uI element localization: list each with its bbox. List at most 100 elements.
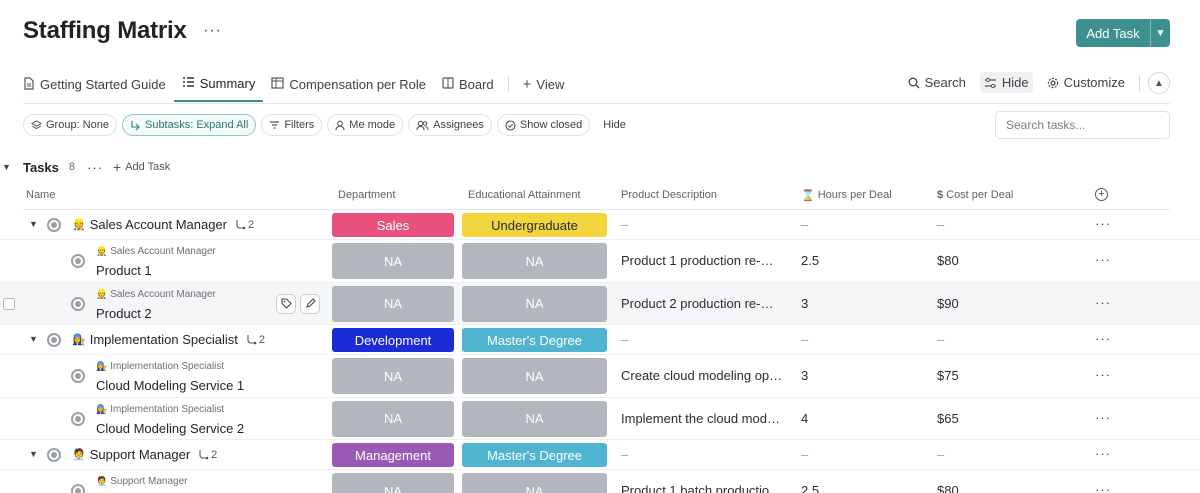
subtask-name[interactable]: Cloud Modeling Service 1 (96, 378, 244, 393)
education-pill[interactable]: Master's Degree (462, 443, 607, 467)
hours-cell[interactable]: 2.5 (801, 253, 819, 268)
subtask-row[interactable]: 👩‍🔧 Implementation Specialist Cloud Mode… (0, 398, 1200, 440)
hours-cell[interactable]: 3 (801, 296, 808, 311)
department-pill[interactable]: Management (332, 443, 454, 467)
cost-cell[interactable]: – (937, 332, 944, 347)
department-pill[interactable]: NA (332, 285, 454, 322)
subtask-row[interactable]: 👩‍🔧 Implementation Specialist Cloud Mode… (0, 355, 1200, 398)
status-icon[interactable] (71, 254, 85, 269)
caret-down-icon[interactable]: ▼ (29, 449, 38, 459)
tab-board[interactable]: Board (434, 66, 502, 102)
tab-compensation-per-role[interactable]: Compensation per Role (263, 66, 434, 102)
customize-button[interactable]: Customize (1043, 72, 1129, 93)
parent-task-row[interactable]: ▼ 👩‍🔧 Implementation Specialist 2 Develo… (0, 325, 1200, 355)
task-name[interactable]: 👷 Sales Account Manager 2 (72, 217, 254, 232)
group-more-icon[interactable]: ··· (87, 160, 103, 175)
pencil-icon[interactable] (300, 293, 320, 314)
row-more-icon[interactable]: ··· (1095, 367, 1111, 382)
column-header-name[interactable]: Name (26, 186, 55, 204)
description-cell[interactable]: – (621, 447, 628, 462)
description-cell[interactable]: Product 2 production re-… (621, 296, 773, 311)
subtask-name[interactable]: Product 2 (96, 306, 152, 321)
hours-cell[interactable]: – (801, 217, 808, 232)
description-cell[interactable]: Create cloud modeling op… (621, 368, 782, 383)
education-pill[interactable]: NA (462, 400, 607, 437)
department-pill[interactable]: NA (332, 243, 454, 280)
education-pill[interactable]: NA (462, 473, 607, 493)
search-tasks-input[interactable] (995, 111, 1170, 139)
row-checkbox[interactable] (3, 297, 15, 310)
description-cell[interactable]: Product 1 batch productio… (621, 483, 782, 493)
education-pill[interactable]: NA (462, 358, 607, 395)
row-more-icon[interactable]: ··· (1095, 446, 1111, 461)
hours-cell[interactable]: 4 (801, 411, 808, 426)
subtask-count[interactable]: 2 (198, 449, 217, 461)
assignees-chip[interactable]: Assignees (408, 114, 492, 136)
cost-cell[interactable]: $75 (937, 368, 959, 383)
row-more-icon[interactable]: ··· (1095, 295, 1111, 310)
education-pill[interactable]: Undergraduate (462, 213, 607, 237)
status-icon[interactable] (47, 333, 61, 347)
subtask-name[interactable]: Cloud Modeling Service 2 (96, 421, 244, 436)
row-more-icon[interactable]: ··· (1095, 410, 1111, 425)
department-pill[interactable]: NA (332, 358, 454, 395)
tab-add-view[interactable]: + View (515, 66, 573, 102)
subtask-name[interactable]: Product 1 (96, 263, 152, 278)
tag-icon[interactable] (276, 293, 296, 314)
status-icon[interactable] (71, 369, 85, 384)
chevron-down-icon[interactable]: ▼ (1150, 19, 1170, 47)
cost-cell[interactable]: $65 (937, 411, 959, 426)
column-header-hours[interactable]: ⌛ Hours per Deal (801, 186, 892, 204)
cost-cell[interactable]: $80 (937, 483, 959, 493)
row-more-icon[interactable]: ··· (1095, 482, 1111, 493)
cost-cell[interactable]: $90 (937, 296, 959, 311)
task-name[interactable]: 👩‍🔧 Implementation Specialist 2 (72, 332, 265, 347)
search-button[interactable]: Search (904, 72, 970, 93)
department-pill[interactable]: Sales (332, 213, 454, 237)
subtasks-chip[interactable]: Subtasks: Expand All (121, 114, 257, 136)
description-cell[interactable]: Implement the cloud mod… (621, 411, 780, 426)
cost-cell[interactable]: – (937, 447, 944, 462)
column-header-department[interactable]: Department (338, 186, 395, 204)
status-icon[interactable] (47, 218, 61, 232)
hide-button[interactable]: Hide (979, 72, 1033, 93)
column-header-cost[interactable]: $ Cost per Deal (937, 186, 1013, 204)
title-more-icon[interactable]: ··· (203, 22, 222, 40)
status-icon[interactable] (71, 411, 85, 426)
hide-filter-button[interactable]: Hide (595, 119, 634, 131)
description-cell[interactable]: – (621, 217, 628, 232)
cost-cell[interactable]: $80 (937, 253, 959, 268)
status-icon[interactable] (71, 484, 85, 493)
filters-chip[interactable]: Filters (261, 114, 323, 136)
status-icon[interactable] (71, 296, 85, 311)
show-closed-chip[interactable]: Show closed (496, 114, 591, 136)
subtask-row[interactable]: 👷 Sales Account Manager Product 2 NA NA Pr… (0, 282, 1200, 325)
department-pill[interactable]: Development (332, 328, 454, 352)
hours-cell[interactable]: – (801, 447, 808, 462)
subtask-count[interactable]: 2 (246, 334, 265, 346)
tab-getting-started-guide[interactable]: Getting Started Guide (23, 66, 174, 102)
group-add-task-button[interactable]: + Add Task (113, 159, 170, 175)
parent-task-row[interactable]: ▼ 👷 Sales Account Manager 2 Sales Undergr… (0, 210, 1200, 240)
department-pill[interactable]: NA (332, 473, 454, 493)
subtask-row[interactable]: 👷 Sales Account Manager Product 1 NA NA Pro… (0, 240, 1200, 283)
chevron-up-icon[interactable]: ▲ (1148, 72, 1170, 94)
status-icon[interactable] (47, 448, 61, 462)
add-column-icon[interactable]: + (1095, 188, 1108, 201)
caret-down-icon[interactable]: ▼ (29, 219, 38, 229)
hours-cell[interactable]: – (801, 332, 808, 347)
subtask-row[interactable]: 🧑‍💼 Support Manager NA NA Product 1 batch … (0, 470, 1200, 493)
description-cell[interactable]: Product 1 production re-… (621, 253, 773, 268)
row-more-icon[interactable]: ··· (1095, 331, 1111, 346)
subtask-count[interactable]: 2 (235, 219, 254, 231)
parent-task-row[interactable]: ▼ 🧑‍💼 Support Manager 2 Management Master… (0, 440, 1200, 470)
me-mode-chip[interactable]: Me mode (327, 114, 404, 136)
cost-cell[interactable]: – (937, 217, 944, 232)
row-more-icon[interactable]: ··· (1095, 252, 1111, 267)
column-header-education[interactable]: Educational Attainment (468, 186, 581, 204)
education-pill[interactable]: NA (462, 285, 607, 322)
education-pill[interactable]: NA (462, 243, 607, 280)
add-task-button[interactable]: Add Task ▼ (1076, 19, 1170, 47)
row-more-icon[interactable]: ··· (1095, 216, 1111, 231)
tab-summary[interactable]: Summary (173, 66, 264, 102)
